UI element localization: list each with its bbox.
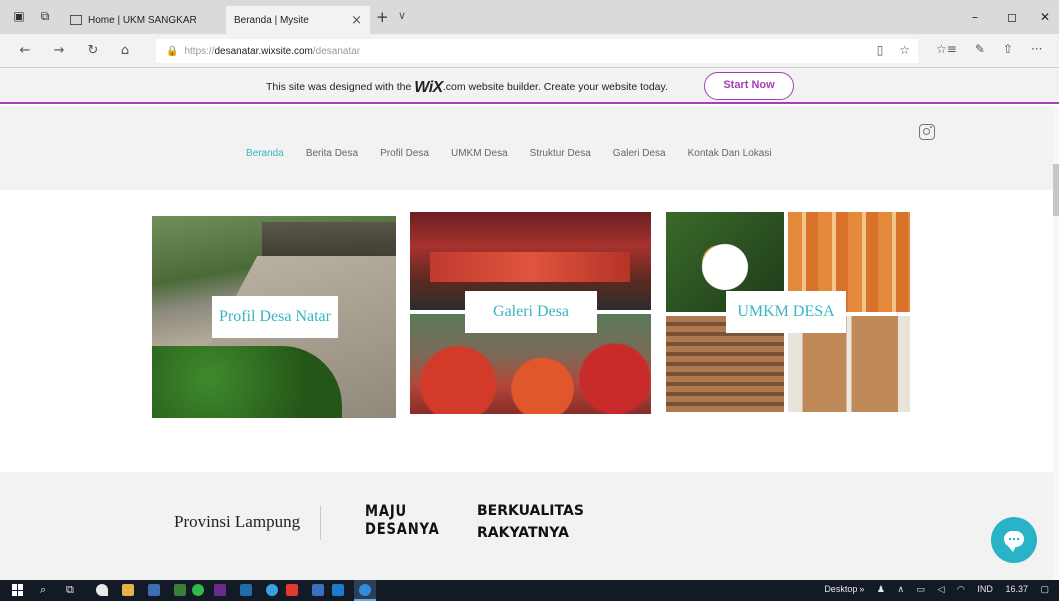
whatsapp-icon[interactable] [192, 584, 204, 596]
close-tab-icon[interactable]: × [351, 13, 362, 28]
banner-text-before: This site was designed with the [266, 81, 415, 93]
nav-item-profil-desa[interactable]: Profil Desa [380, 148, 429, 159]
tab-label: Home | UKM SANGKAR BUI [88, 14, 200, 26]
refresh-icon[interactable]: ↻ [84, 42, 102, 60]
nav-item-kontak-lokasi[interactable]: Kontak Dan Lokasi [688, 148, 772, 159]
tray-expand-icon[interactable]: ∧ [897, 584, 904, 594]
close-window-button[interactable]: ✕ [1030, 6, 1059, 28]
forward-icon[interactable]: → [50, 42, 68, 60]
home-icon[interactable]: ⌂ [116, 42, 134, 60]
card-caption: Profil Desa Natar [212, 296, 338, 338]
instagram-icon[interactable] [919, 124, 935, 140]
more-icon[interactable]: ··· [1031, 42, 1042, 56]
app-icon[interactable] [266, 584, 278, 596]
people-icon[interactable]: ♟ [877, 584, 885, 594]
province-label: Provinsi Lampung [174, 512, 301, 531]
site-nav: Beranda Berita Desa Profil Desa UMKM Des… [246, 148, 794, 159]
slogan-berkualitas-rakyatnya: BERKUALITAS RAKYATNYA [477, 500, 584, 544]
reading-view-icon[interactable]: ▯ [877, 43, 884, 57]
search-icon[interactable]: ⌕ [40, 583, 46, 597]
volume-icon[interactable]: ◁ [938, 584, 945, 594]
app-icon[interactable] [148, 584, 160, 596]
card-caption: UMKM DESA [726, 291, 846, 333]
nav-item-struktur-desa[interactable]: Struktur Desa [530, 148, 591, 159]
scrollbar-thumb[interactable] [1053, 164, 1059, 216]
back-icon[interactable]: ← [16, 42, 34, 60]
chevron-icon[interactable]: » [859, 584, 864, 594]
app-icon[interactable] [96, 584, 108, 596]
slogan-maju-desanya: MAJU DESANYA [365, 502, 440, 538]
banner-text-after: .com website builder. Create your websit… [442, 81, 668, 93]
site-header: Beranda Berita Desa Profil Desa UMKM Des… [0, 106, 1053, 190]
web-notes-icon[interactable]: ✎ [975, 42, 985, 56]
card-umkm-desa[interactable]: UMKM DESA [666, 212, 910, 412]
chat-button[interactable] [991, 517, 1037, 563]
wix-banner-text: This site was designed with the WiX.com … [266, 79, 668, 97]
browser-tab-bar: ▣ ⧉ Home | UKM SANGKAR BUI Beranda | Mys… [0, 0, 1059, 34]
url-path: /desanatar [312, 45, 361, 57]
card-galeri-desa[interactable]: Galeri Desa [410, 212, 651, 414]
nav-item-galeri-desa[interactable]: Galeri Desa [613, 148, 666, 159]
nav-item-berita-desa[interactable]: Berita Desa [306, 148, 358, 159]
app-icon[interactable] [286, 584, 298, 596]
footer-band: Provinsi Lampung MAJU DESANYA BERKUALITA… [0, 472, 1053, 580]
page-icon [70, 15, 82, 25]
divider [320, 506, 321, 540]
tab-label: Beranda | Mysite [234, 14, 309, 26]
url-domain: desanatar.wixsite.com [214, 45, 313, 57]
slogan-line: BERKUALITAS [477, 503, 584, 519]
wix-logo: WiX [414, 79, 443, 96]
url-input[interactable]: 🔒 https:// desanatar.wixsite.com /desana… [156, 39, 918, 63]
battery-icon[interactable]: ▭ [917, 584, 926, 594]
card-caption: Galeri Desa [465, 291, 597, 333]
grass-image-part [152, 346, 342, 418]
language-indicator[interactable]: IND [977, 584, 993, 594]
slogan-line: RAKYATNYA [477, 525, 569, 541]
wix-banner: This site was designed with the WiX.com … [0, 68, 1059, 104]
tab-preview-icon[interactable]: ⧉ [38, 9, 52, 23]
notification-icon[interactable]: ▢ [1040, 584, 1049, 594]
file-explorer-icon[interactable] [122, 584, 134, 596]
page-scrollbar[interactable] [1053, 106, 1059, 580]
tab-beranda[interactable]: Beranda | Mysite × [226, 6, 370, 34]
new-tab-icon[interactable]: + [376, 8, 389, 26]
start-now-button[interactable]: Start Now [704, 72, 794, 100]
share-icon[interactable]: ⇧ [1003, 42, 1013, 56]
favorite-star-icon[interactable]: ☆ [899, 43, 910, 57]
windows-taskbar: ⌕ ⧉ Desktop» ♟ ∧ ▭ ◁ ◠ IND 16.37 ▢ [0, 580, 1059, 601]
word-icon[interactable] [312, 584, 324, 596]
tab-home-ukm[interactable]: Home | UKM SANGKAR BUI [62, 6, 208, 34]
edge-icon [359, 584, 371, 596]
desktop-toolbar[interactable]: Desktop [824, 584, 857, 594]
card-profil-desa[interactable]: Profil Desa Natar [152, 216, 396, 418]
minimize-button[interactable]: – [960, 6, 990, 28]
windows-start-icon[interactable] [12, 584, 24, 596]
lock-icon: 🔒 [166, 45, 179, 57]
nav-item-beranda[interactable]: Beranda [246, 148, 284, 159]
app-icon[interactable] [174, 584, 186, 596]
app-icon[interactable] [332, 584, 344, 596]
task-view-icon[interactable]: ⧉ [66, 583, 74, 597]
system-tray: Desktop» ♟ ∧ ▭ ◁ ◠ IND 16.37 ▢ [814, 584, 1049, 595]
premiere-icon[interactable] [214, 584, 226, 596]
nav-item-umkm-desa[interactable]: UMKM Desa [451, 148, 508, 159]
maximize-button[interactable]: ◻ [997, 6, 1027, 28]
chevron-down-icon[interactable]: ∨ [398, 9, 406, 22]
clock[interactable]: 16.37 [1005, 584, 1028, 594]
tab-set-aside-icon[interactable]: ▣ [12, 9, 26, 23]
slogan-line: DESANYA [365, 519, 440, 538]
photoshop-icon[interactable] [240, 584, 252, 596]
slogan-line: MAJU [365, 501, 408, 520]
favorites-hub-icon[interactable]: ☆≡ [936, 42, 957, 56]
wifi-icon[interactable]: ◠ [957, 584, 965, 594]
address-bar: ← → ↻ ⌂ 🔒 https:// desanatar.wixsite.com… [0, 34, 1059, 68]
url-prefix: https:// [184, 45, 215, 57]
